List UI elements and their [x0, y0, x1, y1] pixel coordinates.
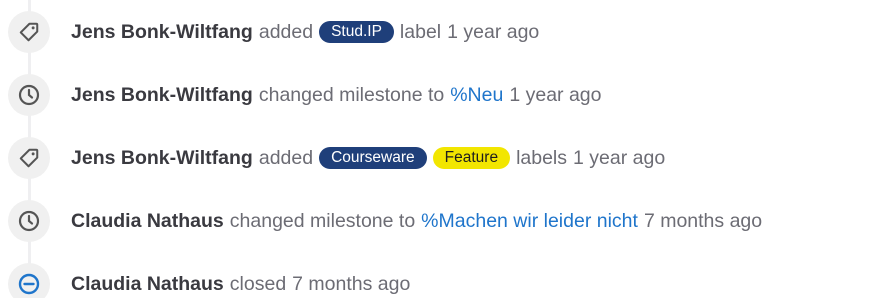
tag-icon — [19, 22, 39, 42]
author-link[interactable]: Jens Bonk-Wiltfang — [71, 147, 253, 170]
timeline-event: Jens Bonk-Wiltfang added Stud.IP label 1… — [0, 11, 881, 57]
event-time[interactable]: 1 year ago — [573, 147, 665, 170]
timeline-event: Claudia Nathaus changed milestone to %Ma… — [0, 200, 881, 246]
event-time[interactable]: 1 year ago — [447, 21, 539, 44]
timeline-event: Claudia Nathaus closed 7 months ago — [0, 263, 881, 298]
event-action: closed — [229, 272, 287, 295]
timeline-event: Jens Bonk-Wiltfang changed milestone to … — [0, 74, 881, 120]
author-link[interactable]: Claudia Nathaus — [71, 210, 224, 233]
event-suffix: labels — [516, 146, 568, 169]
event-text: Claudia Nathaus changed milestone to %Ma… — [71, 200, 762, 242]
event-icon-badge — [8, 11, 50, 53]
event-text: Jens Bonk-Wiltfang changed milestone to … — [71, 74, 602, 116]
event-action: added — [258, 20, 314, 43]
event-time[interactable]: 7 months ago — [644, 210, 762, 233]
closed-circle-icon — [18, 273, 40, 295]
label-badge[interactable]: Feature — [432, 146, 511, 169]
milestone-link[interactable]: %Machen wir leider nicht — [421, 210, 638, 233]
event-time[interactable]: 7 months ago — [292, 273, 410, 296]
event-time[interactable]: 1 year ago — [509, 84, 601, 107]
clock-icon — [18, 84, 40, 106]
event-icon-badge — [8, 263, 50, 298]
label-badge[interactable]: Courseware — [319, 146, 427, 169]
event-suffix: label — [399, 20, 442, 43]
author-link[interactable]: Claudia Nathaus — [71, 273, 224, 296]
label-badge[interactable]: Stud.IP — [319, 20, 394, 43]
event-text: Jens Bonk-Wiltfang added Courseware Feat… — [71, 137, 665, 179]
timeline-event: Jens Bonk-Wiltfang added Courseware Feat… — [0, 137, 881, 183]
author-link[interactable]: Jens Bonk-Wiltfang — [71, 84, 253, 107]
author-link[interactable]: Jens Bonk-Wiltfang — [71, 21, 253, 44]
clock-icon — [18, 210, 40, 232]
event-icon-badge — [8, 74, 50, 116]
event-action: added — [258, 146, 314, 169]
event-text: Jens Bonk-Wiltfang added Stud.IP label 1… — [71, 11, 539, 53]
milestone-link[interactable]: %Neu — [450, 84, 503, 107]
event-icon-badge — [8, 137, 50, 179]
event-action: changed milestone to — [258, 83, 445, 106]
event-action: changed milestone to — [229, 209, 416, 232]
activity-timeline: Jens Bonk-Wiltfang added Stud.IP label 1… — [0, 0, 881, 298]
tag-icon — [19, 148, 39, 168]
event-icon-badge — [8, 200, 50, 242]
event-text: Claudia Nathaus closed 7 months ago — [71, 263, 410, 298]
